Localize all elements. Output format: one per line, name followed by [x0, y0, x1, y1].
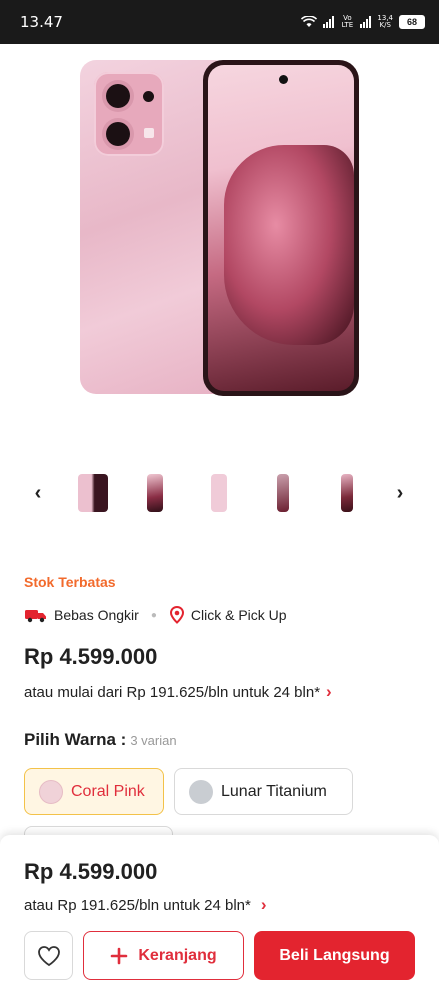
battery-icon: 68: [399, 15, 425, 29]
chevron-right-icon[interactable]: ›: [388, 481, 412, 505]
product-price: Rp 4.599.000: [24, 644, 158, 669]
thumbnail-4[interactable]: [260, 470, 306, 516]
color-label: Pilih Warna :: [24, 730, 127, 749]
lunar-titanium-swatch: [189, 779, 213, 804]
variant-count: 3 varian: [130, 733, 177, 748]
separator-dot: ●: [150, 609, 157, 621]
network-label: Vo LTE: [341, 14, 354, 29]
product-hero-image[interactable]: [0, 44, 439, 444]
thumbnail-5[interactable]: [324, 470, 370, 516]
thumbnail-3[interactable]: [196, 470, 242, 516]
buy-now-button[interactable]: Beli Langsung: [254, 931, 415, 980]
coral-pink-swatch: [39, 779, 63, 804]
thumbnail-2[interactable]: [132, 470, 178, 516]
bottom-installment-text: atau Rp 191.625/bln untuk 24 bln*: [24, 897, 251, 914]
thumbnail-1[interactable]: [70, 470, 116, 516]
bottom-action-bar: Rp 4.599.000 atau Rp 191.625/bln untuk 2…: [0, 835, 439, 1000]
chevron-left-icon[interactable]: ‹: [26, 481, 50, 505]
delivery-truck-icon: [25, 610, 46, 623]
network-speed-unit: K/S: [379, 21, 391, 29]
heart-icon: [37, 945, 60, 966]
add-to-cart-button[interactable]: Keranjang: [83, 931, 244, 980]
chevron-right-icon[interactable]: ›: [261, 895, 267, 914]
wifi-icon: [301, 16, 318, 27]
thumbnail-carousel: ‹ ›: [0, 460, 439, 526]
free-shipping-label: Bebas Ongkir: [54, 607, 139, 623]
pickup-pin-icon: [169, 606, 184, 624]
plus-icon: [111, 947, 128, 964]
signal-icon: [323, 16, 335, 28]
stock-limited-label: Stok Terbatas: [24, 574, 116, 590]
signal-icon-2: [360, 16, 372, 28]
chevron-right-icon[interactable]: ›: [326, 682, 332, 701]
color-option-label: Lunar Titanium: [221, 782, 327, 800]
color-selector-label: Pilih Warna :3 varian: [24, 730, 177, 750]
color-option-lunar-titanium[interactable]: Lunar Titanium: [174, 768, 353, 815]
status-time: 13.47: [20, 13, 63, 31]
shipping-options: Bebas Ongkir ● Click & Pick Up: [24, 606, 287, 624]
phone-front-illustration: [203, 60, 359, 396]
bottom-price: Rp 4.599.000: [24, 859, 158, 884]
color-option-label: Coral Pink: [71, 782, 145, 800]
network-speed: 13,4 K/S: [377, 15, 393, 29]
status-icons: Vo LTE 13,4 K/S 68: [301, 15, 425, 29]
camera-module: [94, 72, 164, 156]
installment-text: atau mulai dari Rp 191.625/bln untuk 24 …: [24, 684, 321, 701]
battery-level: 68: [406, 17, 417, 27]
installment-info[interactable]: atau mulai dari Rp 191.625/bln untuk 24 …: [24, 682, 332, 702]
bottom-installment[interactable]: atau Rp 191.625/bln untuk 24 bln* ›: [24, 895, 267, 915]
pickup-label: Click & Pick Up: [190, 607, 287, 623]
cart-button-label: Keranjang: [138, 946, 217, 964]
wishlist-button[interactable]: [24, 931, 73, 980]
buy-button-label: Beli Langsung: [279, 946, 390, 964]
status-bar: 13.47 Vo LTE 13,4 K/S 68: [0, 0, 439, 44]
color-option-coral-pink[interactable]: Coral Pink: [24, 768, 164, 815]
